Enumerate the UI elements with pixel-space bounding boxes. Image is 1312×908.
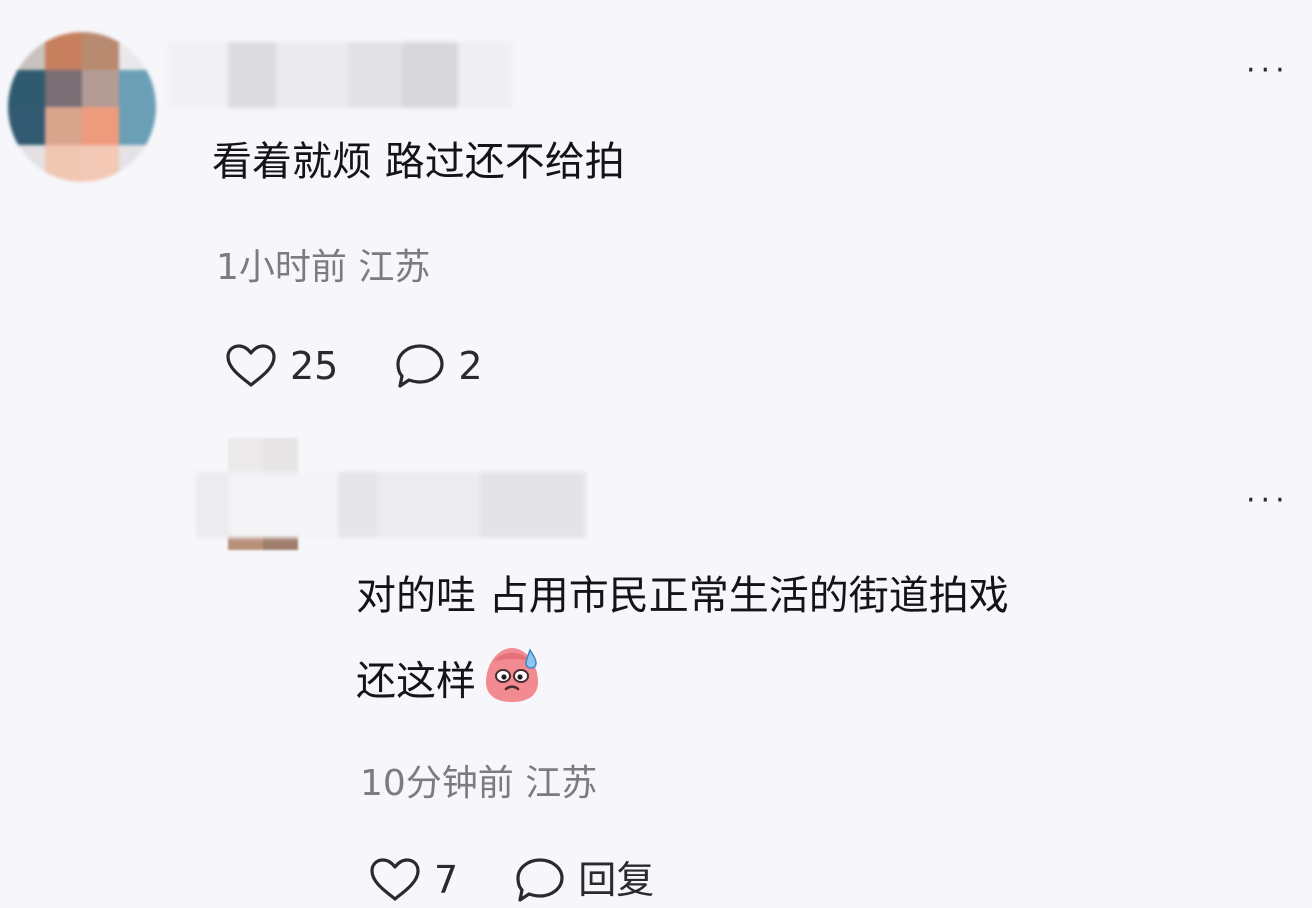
reply-button[interactable]: 回复 xyxy=(514,856,654,904)
comment-text: 看着就烦 路过还不给拍 xyxy=(212,139,625,185)
reply-text-line2-content: 还这样 xyxy=(356,658,476,705)
more-options-icon[interactable]: ··· xyxy=(1246,56,1290,86)
comment-meta: 1小时前 江苏 xyxy=(216,247,431,288)
username-blurred[interactable] xyxy=(196,472,586,538)
avatar[interactable] xyxy=(8,32,156,182)
like-count: 25 xyxy=(290,344,339,388)
heart-icon xyxy=(224,343,278,389)
like-count: 7 xyxy=(434,858,459,902)
reply-text-line1: 对的哇 占用市民正常生活的街道拍戏 xyxy=(356,573,1009,619)
like-button[interactable]: 7 xyxy=(368,857,458,903)
heart-icon xyxy=(368,857,422,903)
reply-text-line2: 还这样 xyxy=(356,642,544,725)
reply-button[interactable]: 2 xyxy=(394,342,483,390)
comment-actions: 25 2 xyxy=(224,342,483,390)
sweating-face-emoji-icon xyxy=(480,642,544,725)
comment-bubble-icon xyxy=(394,342,446,390)
reply-actions: 7 回复 xyxy=(368,856,654,904)
reply-count: 2 xyxy=(458,344,483,388)
comment-bubble-icon xyxy=(514,856,566,904)
like-button[interactable]: 25 xyxy=(224,343,338,389)
username-blurred[interactable] xyxy=(168,42,512,108)
more-options-icon[interactable]: ··· xyxy=(1246,486,1290,516)
reply-meta: 10分钟前 江苏 xyxy=(360,763,598,804)
reply-label: 回复 xyxy=(578,858,655,902)
